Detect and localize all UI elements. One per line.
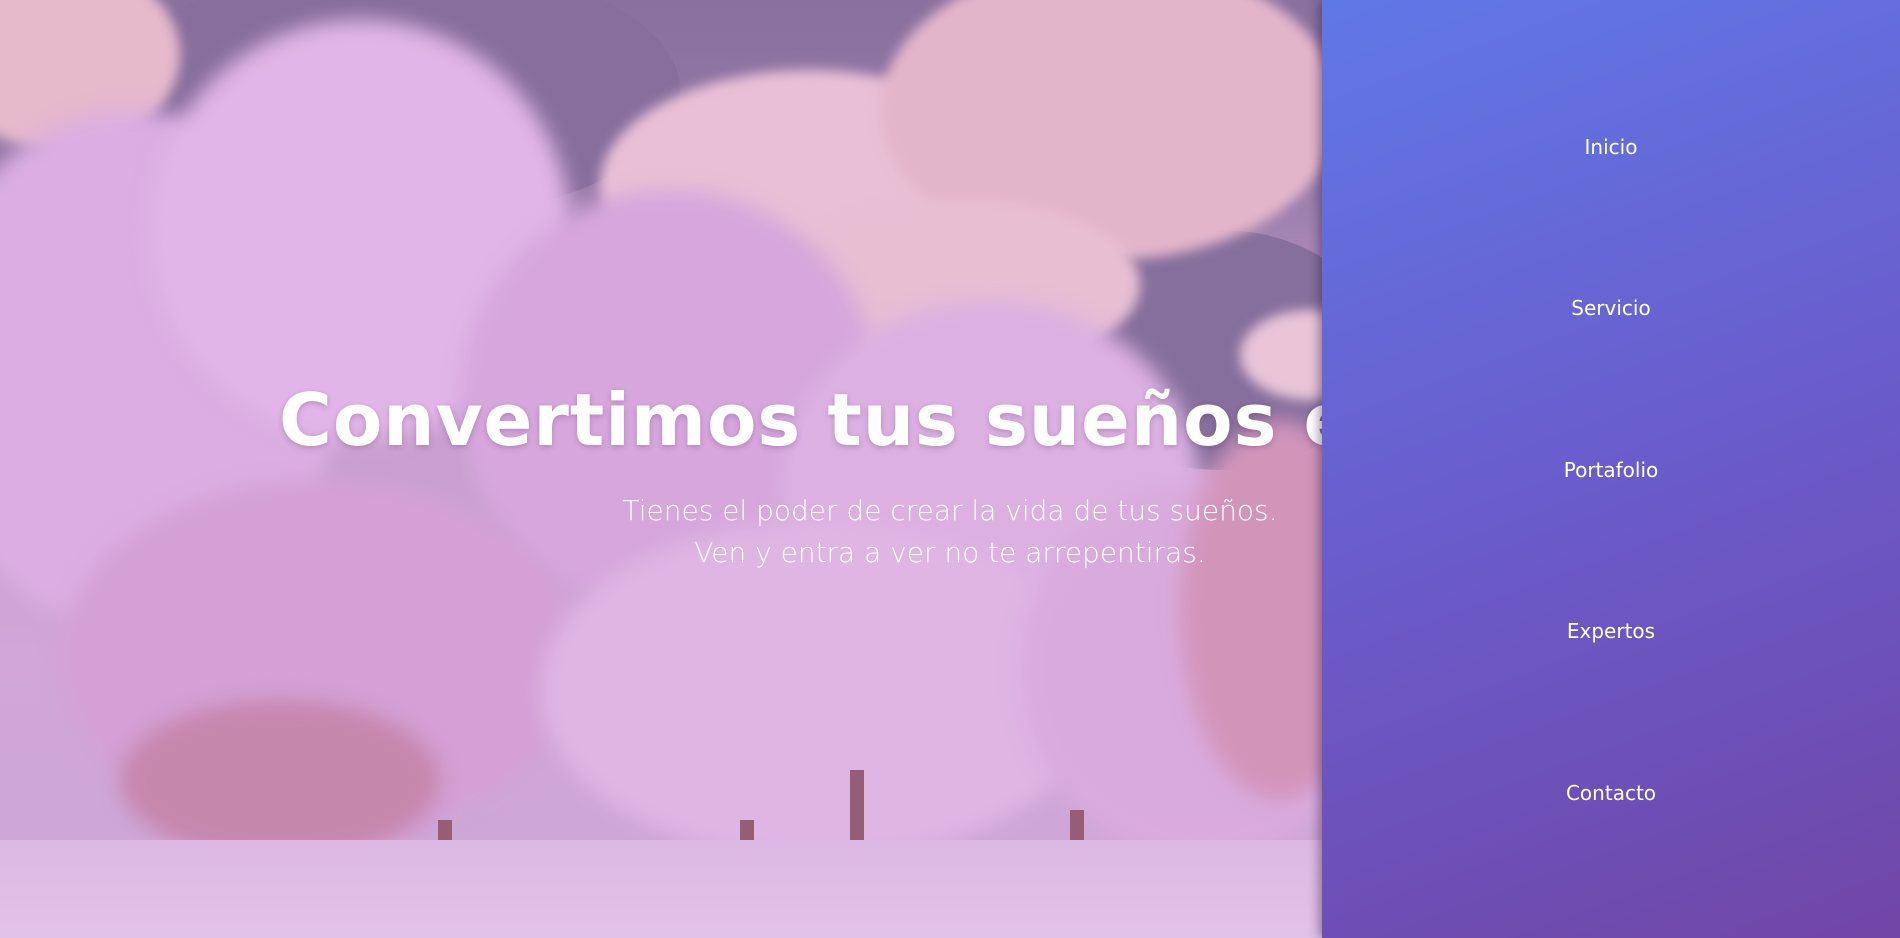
sidebar-nav: Inicio Servicio Portafolio Expertos Cont… xyxy=(1322,0,1900,938)
nav-item-inicio[interactable]: Inicio xyxy=(1322,135,1900,159)
hero-subtitle-line-1: Tienes el poder de crear la vida de tus … xyxy=(622,494,1278,527)
nav-item-contacto[interactable]: Contacto xyxy=(1322,781,1900,805)
hero-subtitle-line-2: Ven y entra a ver no te arrepentiras. xyxy=(694,536,1206,569)
hero-subtitle: Tienes el poder de crear la vida de tus … xyxy=(560,490,1340,574)
nav-item-portafolio[interactable]: Portafolio xyxy=(1322,458,1900,482)
nav-item-expertos[interactable]: Expertos xyxy=(1322,619,1900,643)
nav-item-servicio[interactable]: Servicio xyxy=(1322,296,1900,320)
